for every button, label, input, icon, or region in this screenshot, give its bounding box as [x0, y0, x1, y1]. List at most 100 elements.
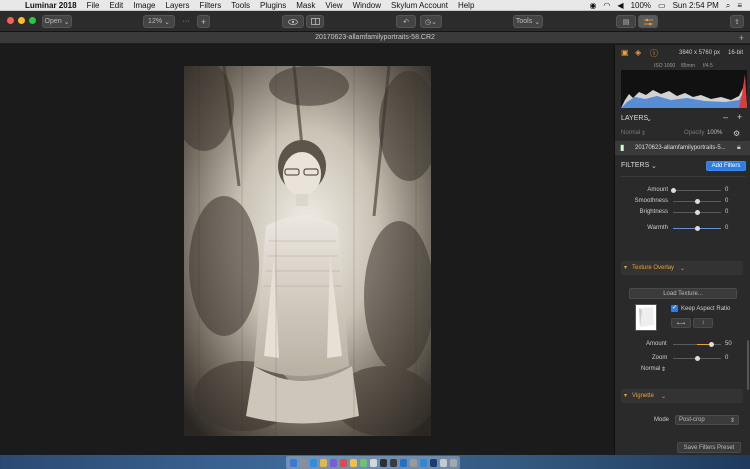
menu-skylum-account[interactable]: Skylum Account	[386, 0, 453, 11]
tools-button[interactable]: Tools ⌄	[513, 15, 543, 28]
gear-icon[interactable]: ⚙	[733, 129, 740, 138]
flip-horizontal-icon[interactable]: ⟷	[671, 318, 691, 328]
list-icon[interactable]: ≡	[737, 0, 742, 11]
menu-help[interactable]: Help	[453, 0, 479, 11]
calendar-icon[interactable]	[339, 458, 347, 467]
lightroom-icon[interactable]	[419, 458, 427, 467]
chevron-down-icon: ⌄	[63, 18, 70, 26]
photo-image[interactable]	[184, 66, 431, 436]
slider-value: 0	[725, 209, 729, 215]
filters-title[interactable]: FILTERS	[621, 162, 649, 169]
save-filters-preset-button[interactable]: Save Filters Preset	[677, 442, 741, 453]
texture-overlay-header[interactable]: ▾ Texture Overlay ⌄	[621, 261, 743, 275]
opacity-value[interactable]: 100%	[707, 130, 722, 136]
luminar-icon[interactable]	[379, 458, 387, 467]
clock[interactable]: Sun 2:54 PM	[673, 0, 719, 11]
load-texture-label: Load Texture...	[663, 290, 703, 297]
history-icon[interactable]: ◷⌄	[420, 15, 442, 28]
menu-mask[interactable]: Mask	[291, 0, 320, 11]
slider-label: Warmth	[647, 225, 668, 231]
slider-knob[interactable]	[694, 199, 700, 204]
spotlight-icon[interactable]: ⌕	[726, 0, 730, 11]
canvas-area[interactable]	[0, 45, 614, 455]
bit-depth: 16-bit	[728, 50, 744, 56]
photoshop-icon[interactable]	[429, 458, 437, 467]
zoom-window-button[interactable]	[29, 17, 36, 24]
status-app-icon[interactable]: ◉	[589, 0, 596, 11]
layer-blend-mode[interactable]: Normal	[621, 130, 640, 136]
undo-icon[interactable]: ↶	[396, 15, 416, 28]
add-filters-button[interactable]: Add Filters	[706, 161, 746, 171]
menu-tools[interactable]: Tools	[226, 0, 255, 11]
menu-image[interactable]: Image	[128, 0, 160, 11]
menu-view[interactable]: View	[320, 0, 347, 11]
safari-icon[interactable]	[309, 458, 317, 467]
menu-layers[interactable]: Layers	[161, 0, 195, 11]
info-circle-icon[interactable]: ⓘ	[650, 48, 658, 59]
slider-knob[interactable]	[694, 210, 700, 215]
filmstrip-icon[interactable]: ▤	[616, 15, 636, 28]
vignette-mode-value: Post-crop	[679, 417, 705, 423]
notes-icon[interactable]	[349, 458, 357, 467]
lock-icon[interactable]: 🔒︎	[737, 144, 741, 152]
chevron-down-icon[interactable]: ⌄	[651, 162, 657, 170]
menu-file[interactable]: File	[82, 0, 105, 11]
photos-icon[interactable]	[369, 458, 377, 467]
texture-zoom-knob[interactable]	[694, 356, 700, 361]
terminal-icon[interactable]	[389, 458, 397, 467]
messages-icon[interactable]	[359, 458, 367, 467]
eye-icon[interactable]	[282, 15, 304, 28]
keep-aspect-checkbox[interactable]: ✓	[671, 305, 678, 312]
add-tab-icon[interactable]: +	[739, 32, 744, 44]
wifi-icon[interactable]: ◠	[603, 0, 610, 11]
folder-icon[interactable]	[439, 458, 447, 467]
vignette-header[interactable]: ▾ Vignette ⌄	[621, 389, 743, 403]
texture-zoom-value: 0	[725, 355, 729, 361]
share-icon[interactable]: ⇪	[730, 15, 744, 28]
add-filters-label: Add Filters	[711, 163, 741, 169]
slider-knob[interactable]	[670, 188, 676, 193]
menu-plugins[interactable]: Plugins	[255, 0, 291, 11]
settings-icon[interactable]	[409, 458, 417, 467]
menu-edit[interactable]: Edit	[104, 0, 128, 11]
trash-icon[interactable]	[449, 458, 457, 467]
battery-icon[interactable]: ▭	[658, 0, 666, 11]
texture-thumbnail[interactable]	[635, 304, 657, 331]
finder-icon[interactable]	[289, 458, 297, 467]
menu-app-name[interactable]: Luminar 2018	[20, 0, 82, 11]
battery-percent[interactable]: 100%	[631, 0, 651, 11]
layer-row[interactable]: ▮ 20170623-allamfamilyportraits-5... 🔒︎	[615, 141, 750, 155]
compare-icon[interactable]	[306, 15, 324, 28]
menu-filters[interactable]: Filters	[195, 0, 227, 11]
layers-title[interactable]: LAYERS	[621, 115, 648, 122]
zoom-in-button[interactable]: +	[197, 15, 210, 28]
appstore-icon[interactable]	[399, 458, 407, 467]
close-window-button[interactable]	[7, 17, 14, 24]
more-icon[interactable]: ···	[178, 15, 194, 28]
sliders-icon[interactable]	[638, 15, 658, 28]
menu-window[interactable]: Window	[348, 0, 386, 11]
image-info-icon[interactable]: ▣	[621, 48, 629, 57]
launchpad-icon[interactable]	[299, 458, 307, 467]
save-filters-preset-label: Save Filters Preset	[683, 444, 735, 451]
load-texture-button[interactable]: Load Texture...	[629, 288, 737, 299]
volume-icon[interactable]: ◀	[617, 0, 623, 11]
open-button[interactable]: Open ⌄	[42, 15, 72, 28]
histogram	[621, 70, 747, 108]
vignette-mode-select[interactable]: Post-crop ⇕	[675, 415, 739, 425]
add-layer-icon[interactable]: +	[737, 112, 742, 122]
slider-knob[interactable]	[694, 226, 700, 231]
chevron-down-icon[interactable]: ⌄	[646, 115, 652, 123]
texture-amount-knob[interactable]	[708, 342, 714, 347]
minimize-window-button[interactable]	[18, 17, 25, 24]
layers-stack-icon[interactable]: ◈	[635, 48, 641, 57]
mail-icon[interactable]	[329, 458, 337, 467]
slider-track[interactable]	[673, 190, 721, 191]
chrome-icon[interactable]	[319, 458, 327, 467]
panel-scrollbar[interactable]	[747, 340, 749, 390]
flip-vertical-icon[interactable]: ↕	[693, 318, 713, 328]
texture-blend-mode[interactable]: Normal	[641, 366, 660, 372]
zoom-select[interactable]: 12% ⌄	[143, 15, 175, 28]
remove-layer-icon[interactable]: –	[723, 112, 728, 122]
vignette-mode-label: Mode	[654, 417, 670, 423]
